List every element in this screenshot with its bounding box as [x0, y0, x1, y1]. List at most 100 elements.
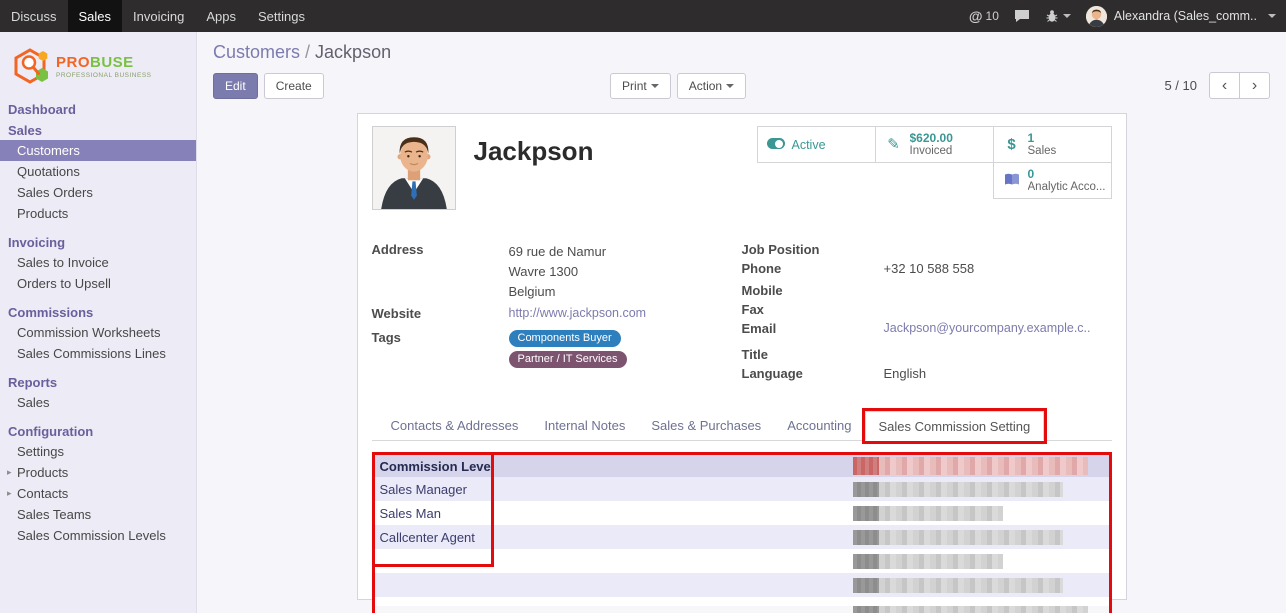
sidebar-heading-configuration[interactable]: Configuration	[0, 420, 196, 441]
redacted-cell	[853, 578, 1063, 593]
caret-down-icon	[726, 84, 734, 88]
sidebar-item-config-contacts[interactable]: ▸ Contacts	[0, 483, 196, 504]
sidebar-item-config-products[interactable]: ▸ Products	[0, 462, 196, 483]
invoiced-stat-button[interactable]: ✎ $620.00 Invoiced	[875, 126, 994, 163]
pager-value[interactable]: 5 / 10	[1164, 78, 1197, 93]
sidebar-item-orders-to-upsell[interactable]: Orders to Upsell	[0, 273, 196, 294]
address-line3: Belgium	[509, 284, 556, 299]
topnav-apps[interactable]: Apps	[195, 0, 247, 32]
logo-name-pro: PRO	[56, 54, 90, 71]
topnav-sales[interactable]: Sales	[68, 0, 123, 32]
tab-sales-purchases[interactable]: Sales & Purchases	[638, 411, 774, 440]
sidebar-item-label: Sales Orders	[17, 185, 93, 200]
notebook-tabs: Contacts & Addresses Internal Notes Sale…	[372, 411, 1112, 441]
customer-photo	[372, 126, 456, 210]
sidebar-item-customers[interactable]: Customers	[0, 140, 196, 161]
active-toggle-icon	[766, 137, 786, 152]
sidebar-section-configuration: Configuration Settings ▸ Products ▸ Cont…	[0, 420, 196, 546]
caret-down-icon	[1268, 14, 1276, 18]
sidebar-item-label: Orders to Upsell	[17, 276, 111, 291]
topbar-right: @ 10 Alexandra (Sales_comm.	[969, 0, 1286, 32]
stat-button-box: Active ✎ $620.00 Invoiced $	[758, 126, 1112, 210]
table-footer-row	[375, 606, 1109, 613]
commission-level-cell: Sales Manager	[375, 477, 853, 501]
sales-stat-button[interactable]: $ 1 Sales	[993, 126, 1112, 163]
active-stat-button[interactable]: Active	[757, 126, 876, 163]
logo-name-buse: BUSE	[90, 54, 134, 71]
user-menu[interactable]: Alexandra (Sales_comm..	[1086, 6, 1276, 27]
sidebar-heading-sales[interactable]: Sales	[0, 119, 196, 140]
sidebar-item-sales-commissions-lines[interactable]: Sales Commissions Lines	[0, 343, 196, 364]
notebook: Contacts & Addresses Internal Notes Sale…	[372, 411, 1112, 613]
sidebar-item-settings[interactable]: Settings	[0, 441, 196, 462]
tab-accounting[interactable]: Accounting	[774, 411, 864, 440]
job-position-field-label: Job Position	[742, 242, 884, 258]
sidebar-item-commission-worksheets[interactable]: Commission Worksheets	[0, 322, 196, 343]
sidebar-item-sales-teams[interactable]: Sales Teams	[0, 504, 196, 525]
pager-previous-button[interactable]: ‹	[1209, 72, 1240, 99]
mobile-field-label: Mobile	[742, 283, 884, 299]
email-field-label: Email	[742, 321, 884, 339]
sidebar-item-products[interactable]: Products	[0, 203, 196, 224]
breadcrumb-customers-link[interactable]: Customers	[213, 42, 300, 62]
email-link[interactable]: Jackpson@yourcompany.example.c..	[884, 321, 1091, 339]
table-row-sales-manager[interactable]: Sales Manager	[375, 477, 1109, 501]
title-field-label: Title	[742, 347, 884, 363]
topnav-settings[interactable]: Settings	[247, 0, 316, 32]
redacted-cell	[853, 506, 1003, 521]
sidebar-item-reports-sales[interactable]: Sales	[0, 392, 196, 413]
probuse-logo-text: PROBUSE PROFESSIONAL BUSINESS	[56, 55, 152, 79]
caret-down-icon	[651, 84, 659, 88]
breadcrumb: Customers/Jackpson	[213, 42, 1270, 63]
commission-level-cell: Sales Man	[375, 501, 853, 525]
address-line1: 69 rue de Namur	[509, 244, 607, 259]
sales-count-label: Sales	[1028, 145, 1057, 158]
tab-internal-notes[interactable]: Internal Notes	[531, 411, 638, 440]
analytic-stat-button[interactable]: 0 Analytic Acco...	[993, 162, 1112, 199]
logo-subtitle: PROFESSIONAL BUSINESS	[56, 72, 152, 79]
pager-next-button[interactable]: ›	[1239, 72, 1270, 99]
address-field-label: Address	[372, 242, 509, 302]
action-label: Action	[689, 79, 722, 93]
mention-counter[interactable]: @ 10	[969, 8, 999, 24]
tab-contacts-addresses[interactable]: Contacts & Addresses	[378, 411, 532, 440]
sidebar-item-label: Settings	[17, 444, 64, 459]
user-avatar	[1086, 6, 1107, 27]
sidebar-heading-invoicing[interactable]: Invoicing	[0, 231, 196, 252]
edit-button[interactable]: Edit	[213, 73, 258, 99]
table-row-empty	[375, 549, 1109, 573]
breadcrumb-current: Jackpson	[315, 42, 391, 62]
sidebar-heading-reports[interactable]: Reports	[0, 371, 196, 392]
sidebar-heading-commissions[interactable]: Commissions	[0, 301, 196, 322]
website-link[interactable]: http://www.jackpson.com	[509, 306, 647, 324]
sidebar-item-sales-commission-levels[interactable]: Sales Commission Levels	[0, 525, 196, 546]
messages-icon[interactable]	[1014, 9, 1030, 23]
chevron-right-icon: ▸	[7, 465, 17, 480]
tag-partner-it-services: Partner / IT Services	[509, 351, 627, 368]
tab-sales-commission-setting[interactable]: Sales Commission Setting	[865, 411, 1045, 441]
field-grid: Address 69 rue de Namur Wavre 1300 Belgi…	[372, 242, 1112, 387]
print-dropdown-button[interactable]: Print	[610, 73, 671, 99]
sidebar-item-sales-orders[interactable]: Sales Orders	[0, 182, 196, 203]
top-navbar: Discuss Sales Invoicing Apps Settings @ …	[0, 0, 1286, 32]
table-header-row: Commission Level	[375, 455, 1109, 477]
column-header-commission-level[interactable]: Commission Level	[375, 455, 853, 477]
probuse-logo[interactable]: PROBUSE PROFESSIONAL BUSINESS	[0, 32, 196, 98]
invoiced-label: Invoiced	[910, 145, 953, 158]
action-dropdown-button[interactable]: Action	[677, 73, 746, 99]
caret-down-icon	[1063, 14, 1071, 18]
topnav-invoicing[interactable]: Invoicing	[122, 0, 195, 32]
table-row-callcenter-agent[interactable]: Callcenter Agent	[375, 525, 1109, 549]
sidebar-nav: Dashboard Sales Customers Quotations Sal…	[0, 98, 196, 546]
topnav-discuss[interactable]: Discuss	[0, 0, 68, 32]
debug-icon[interactable]	[1045, 9, 1071, 23]
sidebar-item-label: Commission Worksheets	[17, 325, 161, 340]
sidebar-item-sales-to-invoice[interactable]: Sales to Invoice	[0, 252, 196, 273]
sidebar-item-quotations[interactable]: Quotations	[0, 161, 196, 182]
create-button[interactable]: Create	[264, 73, 324, 99]
main-content: Customers/Jackpson Edit Create Print Act…	[197, 32, 1286, 613]
sidebar-heading-dashboard[interactable]: Dashboard	[0, 98, 196, 119]
address-field-value: 69 rue de Namur Wavre 1300 Belgium	[509, 242, 607, 302]
button-row: Edit Create Print Action 5 / 10 ‹ ›	[213, 72, 1270, 99]
table-row-sales-man[interactable]: Sales Man	[375, 501, 1109, 525]
